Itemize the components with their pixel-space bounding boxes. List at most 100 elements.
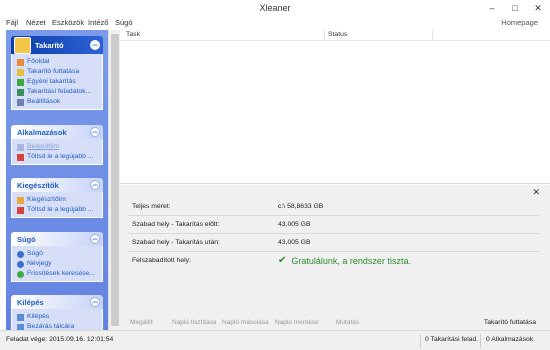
plus-icon — [17, 78, 24, 86]
sidebar-item-download-apps[interactable]: Töltsd le a legújabb ... — [12, 152, 102, 162]
sidebar-item-settings[interactable]: Beállítások — [12, 97, 102, 107]
column-separator[interactable] — [324, 30, 325, 41]
status-divider — [480, 334, 481, 348]
action-bar: Megállít Napló tisztítása Napló másolása… — [120, 316, 550, 330]
panel-alkalmazasok: Alkalmazások ︽ Beépülőim Töltsd le a leg… — [11, 125, 103, 165]
sidebar-item-about[interactable]: Névjegy — [12, 259, 102, 269]
panel-kiegeszitok-body: Kiegészítőim Töltsd le a legújabb ... — [11, 192, 103, 218]
summary-row-free-before: Szabad hely - Takarítás előtt: 43,005 GB — [128, 217, 540, 234]
stop-button[interactable]: Megállít — [130, 319, 153, 326]
sidebar-item-home[interactable]: Főoldal — [12, 57, 102, 67]
success-text: Gratulálunk, a rendszer tiszta. — [291, 255, 411, 266]
menu-file[interactable]: Fájl — [6, 18, 18, 27]
homepage-link[interactable]: Homepage — [501, 18, 538, 27]
settings-icon — [17, 98, 24, 106]
panel-kilepes: Kilépés ︽ Kilépés Bezárás tálcára — [11, 295, 103, 330]
panel-takarito-body: Főoldal Takarító futtatása Egyéni takarí… — [11, 54, 103, 110]
broom-icon — [17, 68, 24, 76]
summary-row-freed: Felszabadított hely: ✔ Gratulálunk, a re… — [128, 253, 540, 277]
sidebar: Takarító ︽ Főoldal Takarító futtatása Eg… — [6, 30, 108, 330]
task-table: Task Status — [120, 30, 550, 184]
collapse-icon[interactable]: ︽ — [90, 40, 100, 50]
panel-sugo-header[interactable]: Súgó ︽ — [11, 232, 103, 246]
panel-kiegeszitok-header[interactable]: Kiegészítők ︽ — [11, 178, 103, 192]
scrollbar-thumb[interactable] — [111, 34, 119, 326]
addon-icon — [17, 196, 24, 204]
summary-value: c:\ 58,8633 GB — [278, 203, 324, 210]
exit-icon — [17, 313, 24, 321]
sidebar-item-check-updates[interactable]: Frissítések keresése... — [12, 269, 102, 279]
summary-label: Teljes méret: — [132, 203, 171, 210]
download-icon — [17, 153, 24, 161]
close-icon[interactable]: ✕ — [532, 187, 540, 198]
panel-kilepes-header[interactable]: Kilépés ︽ — [11, 295, 103, 309]
sidebar-item-clean-tasks[interactable]: Takarítási feladatok... — [12, 87, 102, 97]
show-button[interactable]: Mutatás — [336, 319, 359, 326]
close-button[interactable]: ✕ — [526, 0, 550, 17]
sidebar-item-download-addons[interactable]: Töltsd le a legújabb ... — [12, 205, 102, 215]
collapse-icon[interactable]: ︽ — [90, 127, 100, 137]
status-divider — [420, 334, 421, 348]
home-icon — [17, 58, 24, 66]
maximize-button[interactable]: □ — [503, 0, 527, 17]
minimize-button[interactable]: – — [480, 0, 504, 17]
panel-takarito-title: Takarító — [35, 41, 64, 50]
panel-alkalmazasok-title: Alkalmazások — [17, 128, 67, 137]
panel-takarito-header[interactable]: Takarító ︽ — [11, 36, 103, 54]
save-log-button[interactable]: Napló mentése — [275, 319, 319, 326]
summary-panel: ✕ Teljes méret: c:\ 58,8633 GB Szabad he… — [120, 185, 550, 332]
help-icon — [17, 250, 24, 258]
copy-log-button[interactable]: Napló másolása — [222, 319, 269, 326]
collapse-icon[interactable]: ︽ — [90, 297, 100, 307]
panel-alkalmazasok-body: Beépülőim Töltsd le a legújabb ... — [11, 139, 103, 165]
task-table-header: Task Status — [120, 30, 550, 41]
status-bar: Feladat vége: 2015.09.16. 12:01:54 0 Tak… — [0, 330, 550, 350]
menu-view[interactable]: Nézet — [26, 18, 46, 27]
check-icon: ✔ — [278, 255, 287, 266]
summary-label: Szabad hely - Takarítás előtt: — [132, 221, 220, 228]
summary-row-total: Teljes méret: c:\ 58,8633 GB — [128, 199, 540, 216]
panel-alkalmazasok-header[interactable]: Alkalmazások ︽ — [11, 125, 103, 139]
panel-sugo-body: Súgó Névjegy Frissítések keresése... — [11, 246, 103, 282]
status-tasks: 0 Takarítási felad. — [425, 336, 479, 343]
plugin-icon — [17, 143, 24, 151]
run-cleaner-button[interactable]: Takarító futtatása — [484, 319, 536, 326]
column-task[interactable]: Task — [126, 31, 140, 38]
broom-icon — [14, 37, 31, 54]
download-icon — [17, 206, 24, 214]
sidebar-scrollbar[interactable] — [108, 30, 120, 330]
panel-takarito: Takarító ︽ Főoldal Takarító futtatása Eg… — [11, 36, 103, 110]
column-status[interactable]: Status — [328, 31, 347, 38]
sidebar-item-custom-clean[interactable]: Egyéni takarítás — [12, 77, 102, 87]
sidebar-item-help[interactable]: Súgó — [12, 249, 102, 259]
sidebar-item-addons[interactable]: Kiegészítőim — [12, 195, 102, 205]
status-apps: 0 Alkalmazások — [486, 336, 534, 343]
summary-label: Felszabadított hely: — [132, 257, 191, 264]
sidebar-item-exit[interactable]: Kilépés — [12, 312, 102, 322]
panel-sugo: Súgó ︽ Súgó Névjegy Frissítések keresése… — [11, 232, 103, 282]
summary-value: 43,005 GB — [278, 239, 311, 246]
menu-tools[interactable]: Eszközök — [52, 18, 84, 27]
menu-bar: Fájl Nézet Eszközök Intéző Súgó Homepage — [0, 17, 550, 29]
title-bar: Xleaner – □ ✕ — [0, 0, 550, 17]
menu-explorer[interactable]: Intéző — [88, 18, 108, 27]
status-last-task: Feladat vége: 2015.09.16. 12:01:54 — [6, 336, 114, 343]
info-icon — [17, 260, 24, 268]
sidebar-item-minimize-tray[interactable]: Bezárás tálcára — [12, 322, 102, 330]
menu-help[interactable]: Súgó — [115, 18, 133, 27]
panel-sugo-title: Súgó — [17, 235, 36, 244]
column-separator[interactable] — [432, 30, 433, 41]
collapse-icon[interactable]: ︽ — [90, 180, 100, 190]
refresh-icon — [17, 270, 24, 278]
success-message: ✔ Gratulálunk, a rendszer tiszta. — [278, 255, 411, 266]
panel-kilepes-title: Kilépés — [17, 298, 44, 307]
sidebar-item-plugins[interactable]: Beépülőim — [12, 142, 102, 152]
clear-log-button[interactable]: Napló tisztítása — [172, 319, 216, 326]
summary-label: Szabad hely - Takarítás után: — [132, 239, 220, 246]
calendar-icon — [17, 88, 24, 96]
summary-row-free-after: Szabad hely - Takarítás után: 43,005 GB — [128, 235, 540, 252]
summary-value: 43,005 GB — [278, 221, 311, 228]
sidebar-item-run-cleaner[interactable]: Takarító futtatása — [12, 67, 102, 77]
window-title: Xleaner — [259, 3, 291, 13]
collapse-icon[interactable]: ︽ — [90, 234, 100, 244]
